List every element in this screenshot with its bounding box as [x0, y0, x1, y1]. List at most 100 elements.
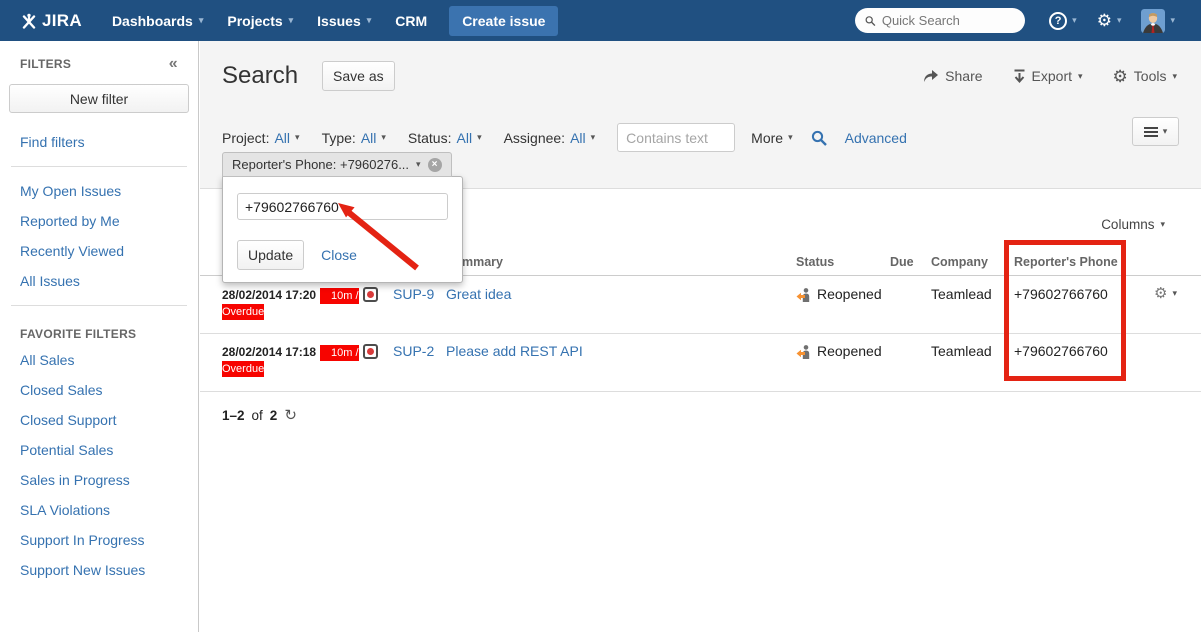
sidebar-item-closed-support[interactable]: Closed Support	[9, 405, 189, 435]
assignee-filter-value: All	[570, 130, 586, 146]
more-label: More	[751, 130, 783, 146]
close-link[interactable]: Close	[321, 247, 357, 263]
chevron-down-icon: ▾	[416, 160, 421, 169]
gear-icon: ⚙	[1097, 12, 1112, 29]
jira-logo[interactable]: JIRA	[21, 11, 82, 31]
issue-status-cell: Reopened	[796, 343, 890, 359]
nav-projects-label: Projects	[227, 13, 282, 29]
favorite-filters-title: FAVORITE FILTERS	[20, 327, 136, 341]
advanced-search-link[interactable]: Advanced	[845, 130, 907, 146]
contains-text-input[interactable]	[617, 123, 735, 152]
issue-summary-cell: Great idea	[446, 286, 796, 302]
sidebar-item-sla-violations[interactable]: SLA Violations	[9, 495, 189, 525]
sidebar-item-recently-viewed[interactable]: Recently Viewed	[9, 236, 189, 266]
table-row: 28/02/2014 17:20 10m / Overdue SUP-9 Gre…	[200, 277, 1201, 334]
nav-crm[interactable]: CRM	[383, 0, 439, 41]
sidebar-title: FILTERS	[20, 57, 71, 71]
assignee-filter-label: Assignee:	[504, 130, 565, 146]
find-filters-link[interactable]: Find filters	[9, 127, 189, 157]
pagination-of-label: of	[252, 408, 263, 423]
refresh-icon[interactable]: ↻	[284, 408, 297, 423]
user-avatar-image	[1141, 9, 1165, 33]
more-filters-dropdown[interactable]: More ▾	[751, 130, 792, 146]
search-criteria-bar: Project: All ▾ Type: All ▾ Status: All ▾…	[222, 123, 1179, 152]
remove-filter-icon[interactable]: ×	[428, 158, 442, 172]
type-filter-dropdown[interactable]: Type: All ▾	[322, 130, 386, 146]
top-navigation-bar: JIRA Dashboards ▾ Projects ▾ Issues ▾ CR…	[0, 0, 1201, 41]
column-header-summary[interactable]: Summary	[446, 255, 796, 269]
share-button[interactable]: Share	[923, 68, 982, 84]
sidebar-item-support-new-issues[interactable]: Support New Issues	[9, 555, 189, 585]
sidebar-item-all-sales[interactable]: All Sales	[9, 345, 189, 375]
status-label: Reopened	[817, 286, 882, 302]
column-header-status[interactable]: Status	[796, 255, 890, 269]
reporters-phone-filter-chip[interactable]: Reporter's Phone: +7960276... ▾ ×	[222, 152, 452, 177]
column-header-due[interactable]: Due	[890, 255, 931, 269]
favorite-filters-header: FAVORITE FILTERS	[9, 315, 189, 345]
help-icon: ?	[1049, 12, 1067, 30]
chevron-down-icon: ▾	[1172, 289, 1177, 298]
project-filter-dropdown[interactable]: Project: All ▾	[222, 130, 300, 146]
export-icon	[1013, 69, 1026, 83]
issue-type-icon	[363, 344, 378, 359]
issue-status-cell: Reopened	[796, 286, 890, 302]
column-header-reporters-phone[interactable]: Reporter's Phone	[1014, 255, 1145, 269]
quick-search-box[interactable]	[855, 8, 1025, 33]
sidebar-divider	[11, 166, 187, 167]
sidebar-item-sales-in-progress[interactable]: Sales in Progress	[9, 465, 189, 495]
nav-dashboards[interactable]: Dashboards ▾	[100, 0, 215, 41]
nav-dashboards-label: Dashboards	[112, 13, 193, 29]
page-title: Search	[222, 62, 298, 90]
issue-summary-link[interactable]: Please add REST API	[446, 343, 583, 359]
sidebar-item-my-open-issues[interactable]: My Open Issues	[9, 176, 189, 206]
issue-key-link[interactable]: SUP-2	[393, 343, 434, 359]
search-title-row: Search Save as Share Export ▾	[222, 61, 1177, 91]
jira-charlie-icon	[21, 13, 37, 29]
run-search-button[interactable]	[811, 130, 827, 146]
phone-filter-input[interactable]	[237, 193, 448, 220]
row-actions-button[interactable]: ⚙ ▾	[1145, 286, 1201, 301]
topbar-icon-group: ? ▾ ⚙ ▾ ▾	[1041, 9, 1183, 33]
issue-summary-link[interactable]: Great idea	[446, 286, 511, 302]
chip-label: Reporter's Phone: +7960276...	[232, 157, 409, 172]
share-icon	[923, 69, 939, 83]
column-header-company[interactable]: Company	[931, 255, 1014, 269]
layout-switcher-button[interactable]: ▾	[1132, 117, 1179, 146]
type-filter-value: All	[361, 130, 377, 146]
search-icon	[865, 15, 876, 27]
user-menu[interactable]: ▾	[1133, 9, 1183, 33]
chevron-down-icon: ▾	[1117, 16, 1122, 25]
chevron-down-icon: ▾	[381, 133, 386, 142]
nav-issues[interactable]: Issues ▾	[305, 0, 383, 41]
issue-type-cell	[363, 343, 393, 362]
chevron-down-icon: ▾	[1172, 72, 1177, 81]
quick-search-input[interactable]	[882, 13, 1015, 28]
sidebar-item-potential-sales[interactable]: Potential Sales	[9, 435, 189, 465]
table-row: 28/02/2014 17:18 10m / Overdue SUP-2 Ple…	[200, 334, 1201, 392]
issue-key-cell: SUP-9	[393, 286, 446, 302]
issue-key-link[interactable]: SUP-9	[393, 286, 434, 302]
collapse-sidebar-icon[interactable]: «	[169, 56, 178, 72]
avatar	[1141, 9, 1165, 33]
sidebar-item-support-in-progress[interactable]: Support In Progress	[9, 525, 189, 555]
help-menu[interactable]: ? ▾	[1041, 12, 1085, 30]
row-date-cell: 28/02/2014 17:18 10m / Overdue	[222, 343, 363, 375]
nav-projects[interactable]: Projects ▾	[215, 0, 305, 41]
new-filter-button[interactable]: New filter	[9, 84, 189, 113]
create-issue-button[interactable]: Create issue	[449, 6, 558, 36]
export-button[interactable]: Export ▾	[1013, 68, 1083, 84]
status-filter-dropdown[interactable]: Status: All ▾	[408, 130, 482, 146]
sidebar-item-reported-by-me[interactable]: Reported by Me	[9, 206, 189, 236]
reporters-phone-cell: +79602766760	[1014, 343, 1145, 359]
tools-button[interactable]: ⚙ Tools ▾	[1113, 68, 1177, 85]
update-button[interactable]: Update	[237, 240, 304, 270]
chevron-down-icon: ▾	[1072, 16, 1077, 25]
sidebar-item-all-issues[interactable]: All Issues	[9, 266, 189, 296]
admin-menu[interactable]: ⚙ ▾	[1089, 12, 1130, 29]
save-as-button[interactable]: Save as	[322, 61, 395, 91]
columns-menu-button[interactable]: Columns ▾	[1101, 217, 1165, 232]
reopened-status-icon	[796, 287, 811, 302]
sidebar-item-closed-sales[interactable]: Closed Sales	[9, 375, 189, 405]
sidebar-divider	[11, 305, 187, 306]
assignee-filter-dropdown[interactable]: Assignee: All ▾	[504, 130, 596, 146]
